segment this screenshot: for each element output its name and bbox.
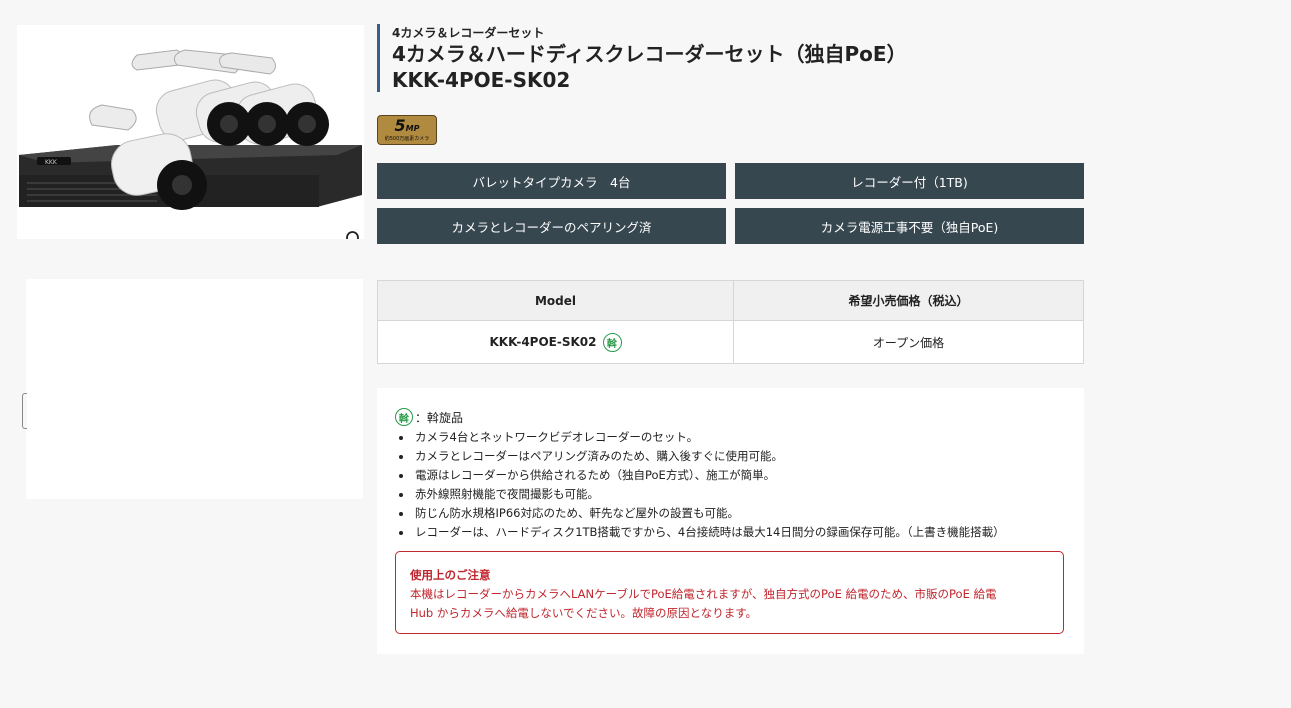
list-item: レコーダーは、ハードディスク1TB搭載ですから、4台接続時は最大14日間分の録画… bbox=[399, 523, 1005, 542]
feature-poe: カメラ電源工事不要（独自PoE) bbox=[735, 208, 1084, 244]
caution-box: 使用上のご注意 本機はレコーダーからカメラへLANケーブルでPoE給電されますが… bbox=[395, 551, 1064, 634]
product-image[interactable]: KKK bbox=[17, 25, 364, 239]
recorder-logo: KKK bbox=[45, 159, 58, 166]
description-box: 斡 ：斡旋品 カメラ4台とネットワークビデオレコーダーのセット。 カメラとレコー… bbox=[377, 388, 1084, 654]
model-cell: KKK-4POE-SK02 斡 bbox=[377, 320, 734, 364]
assen-legend-icon: 斡 bbox=[395, 408, 413, 426]
product-model-title: KKK-4POE-SK02 bbox=[392, 68, 571, 92]
magnifier-icon bbox=[346, 231, 359, 239]
assen-badge-icon: 斡 bbox=[602, 332, 622, 352]
list-item: 防じん防水規格IP66対応のため、軒先など屋外の設置も可能。 bbox=[399, 504, 1005, 523]
camera-set-illustration: KKK bbox=[19, 49, 362, 210]
caution-line-2: Hub からカメラへ給電しないでください。故障の原因となります。 bbox=[410, 606, 758, 620]
table-row: KKK-4POE-SK02 斡 オープン価格 bbox=[377, 320, 1084, 364]
product-title: 4カメラ＆ハードディスクレコーダーセット（独自PoE） bbox=[392, 42, 907, 66]
price-cell: オープン価格 bbox=[733, 320, 1084, 364]
thumbnail-area bbox=[26, 279, 363, 499]
product-subtitle: 4カメラ＆レコーダーセット bbox=[392, 26, 545, 40]
model-number: KKK-4POE-SK02 bbox=[489, 334, 597, 349]
caution-line-1: 本機はレコーダーからカメラへLANケーブルでPoE給電されますが、独自方式のPo… bbox=[410, 587, 997, 601]
badge-unit: MP bbox=[405, 123, 420, 133]
feature-list: カメラ4台とネットワークビデオレコーダーのセット。 カメラとレコーダーはペアリン… bbox=[399, 428, 1005, 542]
list-item: カメラ4台とネットワークビデオレコーダーのセット。 bbox=[399, 428, 1005, 447]
slider-handle[interactable] bbox=[22, 393, 27, 429]
feature-bullet-camera: バレットタイプカメラ 4台 bbox=[377, 163, 726, 199]
spec-table: Model 希望小売価格（税込） KKK-4POE-SK02 斡 オープン価格 bbox=[377, 280, 1084, 364]
feature-recorder: レコーダー付（1TB) bbox=[735, 163, 1084, 199]
badge-caption: 約500万画素カメラ bbox=[384, 135, 430, 142]
header-model: Model bbox=[377, 280, 734, 321]
list-item: 電源はレコーダーから供給されるため（独自PoE方式）、施工が簡単。 bbox=[399, 466, 1005, 485]
5mp-badge: 5MP 約500万画素カメラ bbox=[377, 115, 437, 145]
list-item: カメラとレコーダーはペアリング済みのため、購入後すぐに使用可能。 bbox=[399, 447, 1005, 466]
legend-text: ：斡旋品 bbox=[415, 410, 464, 425]
legend: 斡 ：斡旋品 bbox=[395, 408, 463, 426]
badge-number: 5 bbox=[394, 115, 406, 135]
feature-pairing: カメラとレコーダーのペアリング済 bbox=[377, 208, 726, 244]
header-price: 希望小売価格（税込） bbox=[733, 280, 1084, 321]
list-item: 赤外線照射機能で夜間撮影も可能。 bbox=[399, 485, 1005, 504]
product-title-block: 4カメラ＆レコーダーセット 4カメラ＆ハードディスクレコーダーセット（独自PoE… bbox=[377, 24, 907, 92]
caution-title: 使用上のご注意 bbox=[410, 568, 491, 582]
